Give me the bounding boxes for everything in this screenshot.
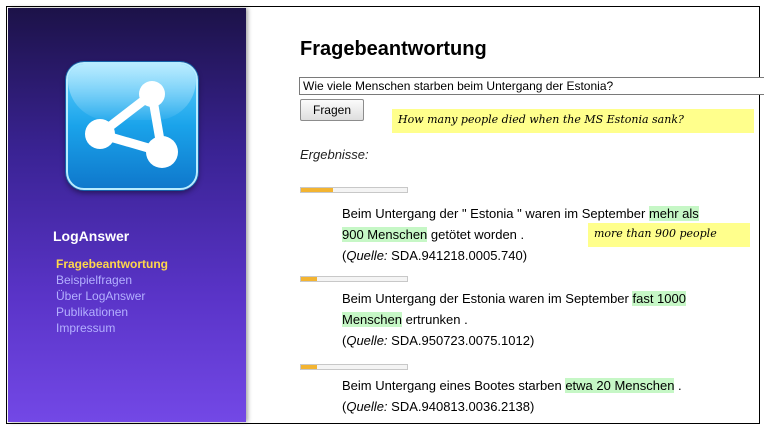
result-source: (Quelle: SDA.940813.0036.2138) — [342, 399, 535, 414]
score-bar — [300, 364, 408, 370]
share-network-glyph — [85, 81, 178, 168]
share-network-icon[interactable] — [66, 62, 198, 190]
source-label: Quelle: — [346, 399, 388, 414]
score-bar — [300, 276, 408, 282]
score-bar — [300, 187, 408, 193]
results-label: Ergebnisse: — [300, 147, 369, 162]
sidebar-nav: Fragebeantwortung Beispielfragen Über Lo… — [56, 256, 168, 336]
result-text-line: Menschen ertrunken . — [342, 309, 742, 330]
translation-note: How many people died when the MS Estonia… — [392, 109, 754, 133]
result-text: getötet worden . — [427, 227, 525, 242]
answer-highlight: 900 Menschen — [342, 227, 428, 242]
sidebar-item-publikationen[interactable]: Publikationen — [56, 304, 168, 320]
source-label: Quelle: — [346, 248, 388, 263]
result-text: Beim Untergang der Estonia waren im Sept… — [342, 291, 633, 306]
result-text: Beim Untergang eines Bootes starben — [342, 378, 566, 393]
question-input[interactable] — [299, 77, 764, 95]
result-text: Beim Untergang der " Estonia " waren im … — [342, 206, 649, 221]
score-fill — [301, 188, 333, 192]
sidebar-item-impressum[interactable]: Impressum — [56, 320, 168, 336]
sidebar-item-ueber-loganswer[interactable]: Über LogAnswer — [56, 288, 168, 304]
answer-note: more than 900 people — [588, 223, 750, 247]
answer-highlight: Menschen — [342, 312, 402, 327]
result-source: (Quelle: SDA.941218.0005.740) — [342, 248, 528, 263]
result-text-line: Beim Untergang der " Estonia " waren im … — [342, 203, 742, 224]
sidebar-item-beispielfragen[interactable]: Beispielfragen — [56, 272, 168, 288]
source-id: SDA.950723.0075.1012) — [391, 333, 535, 348]
ask-button[interactable]: Fragen — [300, 99, 364, 121]
page-title: Fragebeantwortung — [300, 38, 487, 60]
answer-highlight: mehr als — [648, 206, 699, 221]
answer-highlight: fast 1000 — [632, 291, 686, 306]
answer-highlight: etwa 20 Menschen — [565, 378, 675, 393]
result-source: (Quelle: SDA.950723.0075.1012) — [342, 333, 535, 348]
brand-name: LogAnswer — [53, 228, 130, 244]
result-text: . — [674, 378, 682, 393]
score-fill — [301, 277, 317, 281]
source-id: SDA.941218.0005.740) — [391, 248, 528, 263]
result-item: Beim Untergang der Estonia waren im Sept… — [342, 288, 742, 351]
source-id: SDA.940813.0036.2138) — [391, 399, 535, 414]
sidebar-item-fragebeantwortung[interactable]: Fragebeantwortung — [56, 256, 168, 272]
result-item: Beim Untergang eines Bootes starben etwa… — [342, 375, 742, 417]
result-text-line: Beim Untergang eines Bootes starben etwa… — [342, 375, 742, 396]
sidebar — [8, 8, 246, 422]
score-fill — [301, 365, 317, 369]
result-text: ertrunken . — [401, 312, 468, 327]
result-text-line: Beim Untergang der Estonia waren im Sept… — [342, 288, 742, 309]
source-label: Quelle: — [346, 333, 388, 348]
